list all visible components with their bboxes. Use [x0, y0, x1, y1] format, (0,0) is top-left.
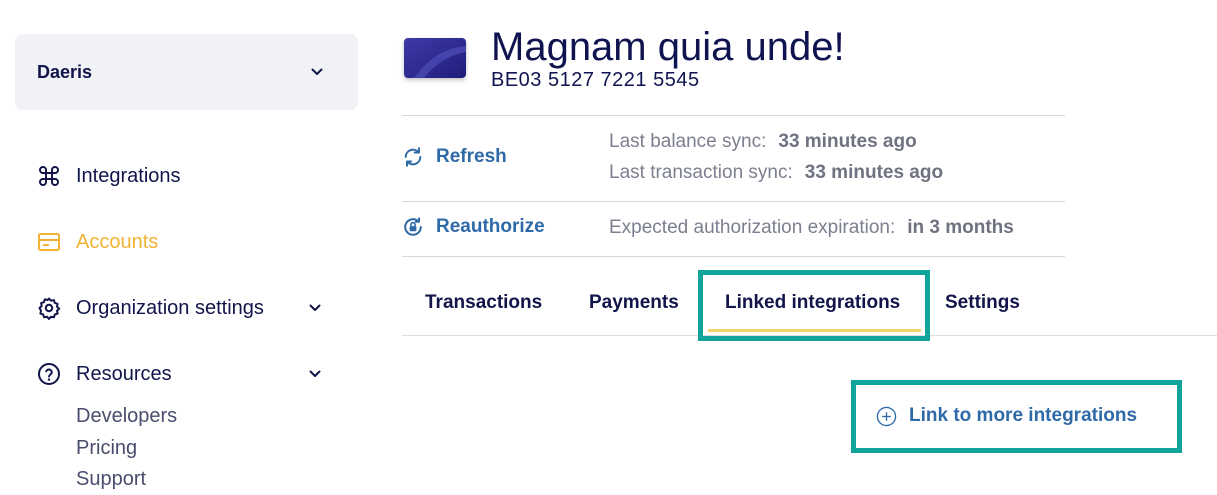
sidebar-item-label: Resources	[76, 362, 172, 385]
sidebar-item-label: Integrations	[76, 164, 181, 187]
lock-refresh-icon	[402, 216, 424, 238]
sidebar-item-accounts[interactable]: Accounts	[36, 225, 336, 259]
tabs-divider	[402, 335, 1217, 336]
link-more-integrations-label: Link to more integrations	[909, 405, 1138, 426]
sidebar-item-resources[interactable]: Resources	[36, 357, 336, 391]
sidebar-item-organization-settings[interactable]: Organization settings	[36, 291, 336, 325]
link-more-integrations-button[interactable]: Link to more integrations	[876, 405, 1137, 427]
organization-name: Daeris	[37, 61, 93, 82]
divider	[402, 201, 1065, 202]
gear-icon	[36, 295, 62, 321]
reauthorize-label: Reauthorize	[436, 216, 545, 237]
last-transaction-sync-label: Last transaction sync:	[609, 162, 793, 183]
sidebar-item-label: Organization settings	[76, 296, 264, 319]
account-iban: BE03 5127 7221 5545	[491, 69, 700, 91]
chevron-down-icon	[308, 301, 322, 315]
organization-selector[interactable]: Daeris	[15, 34, 358, 110]
authorization-expiration-label: Expected authorization expiration:	[609, 217, 896, 238]
authorization-expiration: Expected authorization expiration: in 3 m…	[609, 217, 1014, 239]
sidebar-item-label: Accounts	[76, 230, 159, 253]
tab-settings[interactable]: Settings	[945, 292, 1020, 314]
help-circle-icon	[36, 361, 62, 387]
tab-linked-integrations[interactable]: Linked integrations	[725, 292, 900, 314]
sidebar-item-integrations[interactable]: Integrations	[36, 159, 336, 193]
last-balance-sync-label: Last balance sync:	[609, 131, 767, 152]
account-title: Magnam quia unde!	[491, 25, 845, 69]
last-transaction-sync-value: 33 minutes ago	[804, 162, 944, 183]
bank-card-image	[404, 38, 466, 78]
plus-circle-icon	[876, 406, 897, 427]
refresh-label: Refresh	[436, 146, 507, 167]
tab-transactions[interactable]: Transactions	[425, 292, 542, 314]
resources-link-developers[interactable]: Developers	[76, 405, 177, 428]
refresh-button[interactable]: Refresh	[402, 146, 507, 168]
last-transaction-sync: Last transaction sync: 33 minutes ago	[609, 162, 943, 184]
chevron-down-icon	[310, 65, 324, 79]
resources-link-pricing[interactable]: Pricing	[76, 437, 137, 460]
card-icon	[36, 229, 62, 255]
last-balance-sync-value: 33 minutes ago	[778, 131, 917, 152]
last-balance-sync: Last balance sync: 33 minutes ago	[609, 131, 917, 153]
command-icon	[36, 163, 62, 189]
active-tab-indicator	[708, 329, 921, 332]
reauthorize-button[interactable]: Reauthorize	[402, 216, 545, 238]
divider	[402, 256, 1065, 257]
resources-link-support[interactable]: Support	[76, 468, 146, 491]
divider	[402, 115, 1065, 116]
tab-payments[interactable]: Payments	[589, 292, 679, 314]
authorization-expiration-value: in 3 months	[907, 217, 1014, 238]
chevron-down-icon	[308, 367, 322, 381]
refresh-icon	[402, 146, 424, 168]
